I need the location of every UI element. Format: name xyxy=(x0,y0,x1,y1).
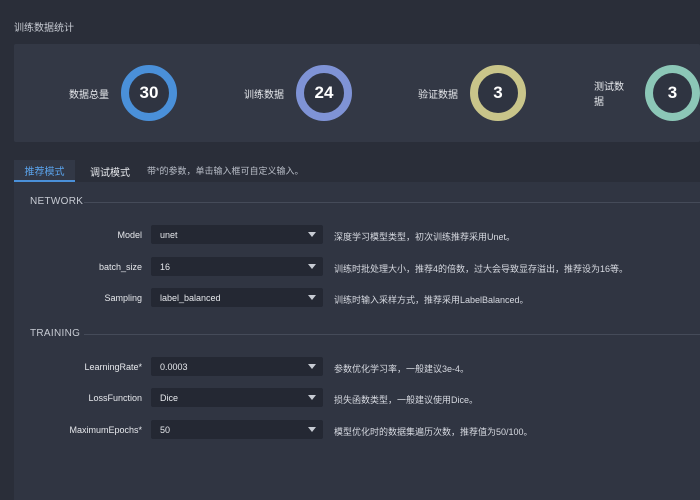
stat-train: 训练数据 24 xyxy=(244,44,352,142)
stat-label: 验证数据 xyxy=(418,89,458,101)
section-title-network: NETWORK xyxy=(30,196,84,207)
field-hint-loss-function: 损失函数类型，一般建议使用Dice。 xyxy=(334,395,479,405)
max-epochs-select[interactable]: 50 xyxy=(151,420,323,439)
stat-ring: 3 xyxy=(645,65,700,121)
field-hint-max-epochs: 模型优化时的数据集遍历次数，推荐值为50/100。 xyxy=(334,427,533,437)
chevron-down-icon xyxy=(308,395,316,400)
field-label-sampling: Sampling xyxy=(104,293,142,303)
select-value: 16 xyxy=(160,261,171,272)
mode-tabs: 推荐模式 调试模式 带*的参数，单击输入框可自定义输入。 xyxy=(14,160,700,182)
select-value: label_balanced xyxy=(160,292,221,303)
field-hint-batch-size: 训练时批处理大小，推荐4的倍数，过大会导致显存溢出，推荐设为16等。 xyxy=(334,264,629,274)
stat-label: 训练数据 xyxy=(244,89,284,101)
chevron-down-icon xyxy=(308,232,316,237)
stat-value: 30 xyxy=(139,83,159,102)
batch-size-select[interactable]: 16 xyxy=(151,257,323,276)
select-value: Dice xyxy=(160,392,179,403)
section-divider xyxy=(84,202,700,203)
chevron-down-icon xyxy=(308,364,316,369)
stat-label: 数据总量 xyxy=(69,89,109,101)
field-label-loss-function: LossFunction xyxy=(88,393,142,403)
learning-rate-select[interactable]: 0.0003 xyxy=(151,357,323,376)
page-title: 训练数据统计 xyxy=(14,23,74,34)
stat-validation: 验证数据 3 xyxy=(418,44,526,142)
tab-debug-mode[interactable]: 调试模式 xyxy=(75,160,145,182)
section-title-training: TRAINING xyxy=(30,328,81,339)
model-select[interactable]: unet xyxy=(151,225,323,244)
stat-value: 3 xyxy=(493,83,503,102)
stat-ring: 3 xyxy=(470,65,526,121)
field-hint-sampling: 训练时输入采样方式，推荐采用LabelBalanced。 xyxy=(334,295,529,305)
field-hint-model: 深度学习模型类型，初次训练推荐采用Unet。 xyxy=(334,232,516,242)
section-divider xyxy=(84,334,700,335)
sampling-select[interactable]: label_balanced xyxy=(151,288,323,307)
field-hint-learning-rate: 参数优化学习率，一般建议3e-4。 xyxy=(334,364,470,374)
stat-test: 测试数据 3 xyxy=(594,44,700,142)
chevron-down-icon xyxy=(308,264,316,269)
loss-function-select[interactable]: Dice xyxy=(151,388,323,407)
chevron-down-icon xyxy=(308,295,316,300)
tab-hint: 带*的参数，单击输入框可自定义输入。 xyxy=(147,166,304,176)
field-label-max-epochs: MaximumEpochs* xyxy=(69,425,142,435)
select-value: unet xyxy=(160,229,178,240)
chevron-down-icon xyxy=(308,427,316,432)
select-value: 0.0003 xyxy=(160,361,188,372)
stats-panel: 数据总量 30 训练数据 24 验证数据 3 测试数据 3 xyxy=(14,44,700,142)
field-label-learning-rate: LearningRate* xyxy=(84,362,142,372)
stat-label: 测试数据 xyxy=(594,82,624,108)
field-label-batch-size: batch_size xyxy=(98,262,142,272)
field-label-model: Model xyxy=(117,230,142,240)
stat-ring: 30 xyxy=(121,65,177,121)
stat-value: 3 xyxy=(667,83,678,102)
stat-value: 24 xyxy=(314,83,334,102)
tab-recommend-mode[interactable]: 推荐模式 xyxy=(14,160,75,182)
parameter-form: NETWORK Model unet 深度学习模型类型，初次训练推荐采用Unet… xyxy=(14,182,700,500)
select-value: 50 xyxy=(160,424,171,435)
stat-total: 数据总量 30 xyxy=(69,44,177,142)
stat-ring: 24 xyxy=(296,65,352,121)
